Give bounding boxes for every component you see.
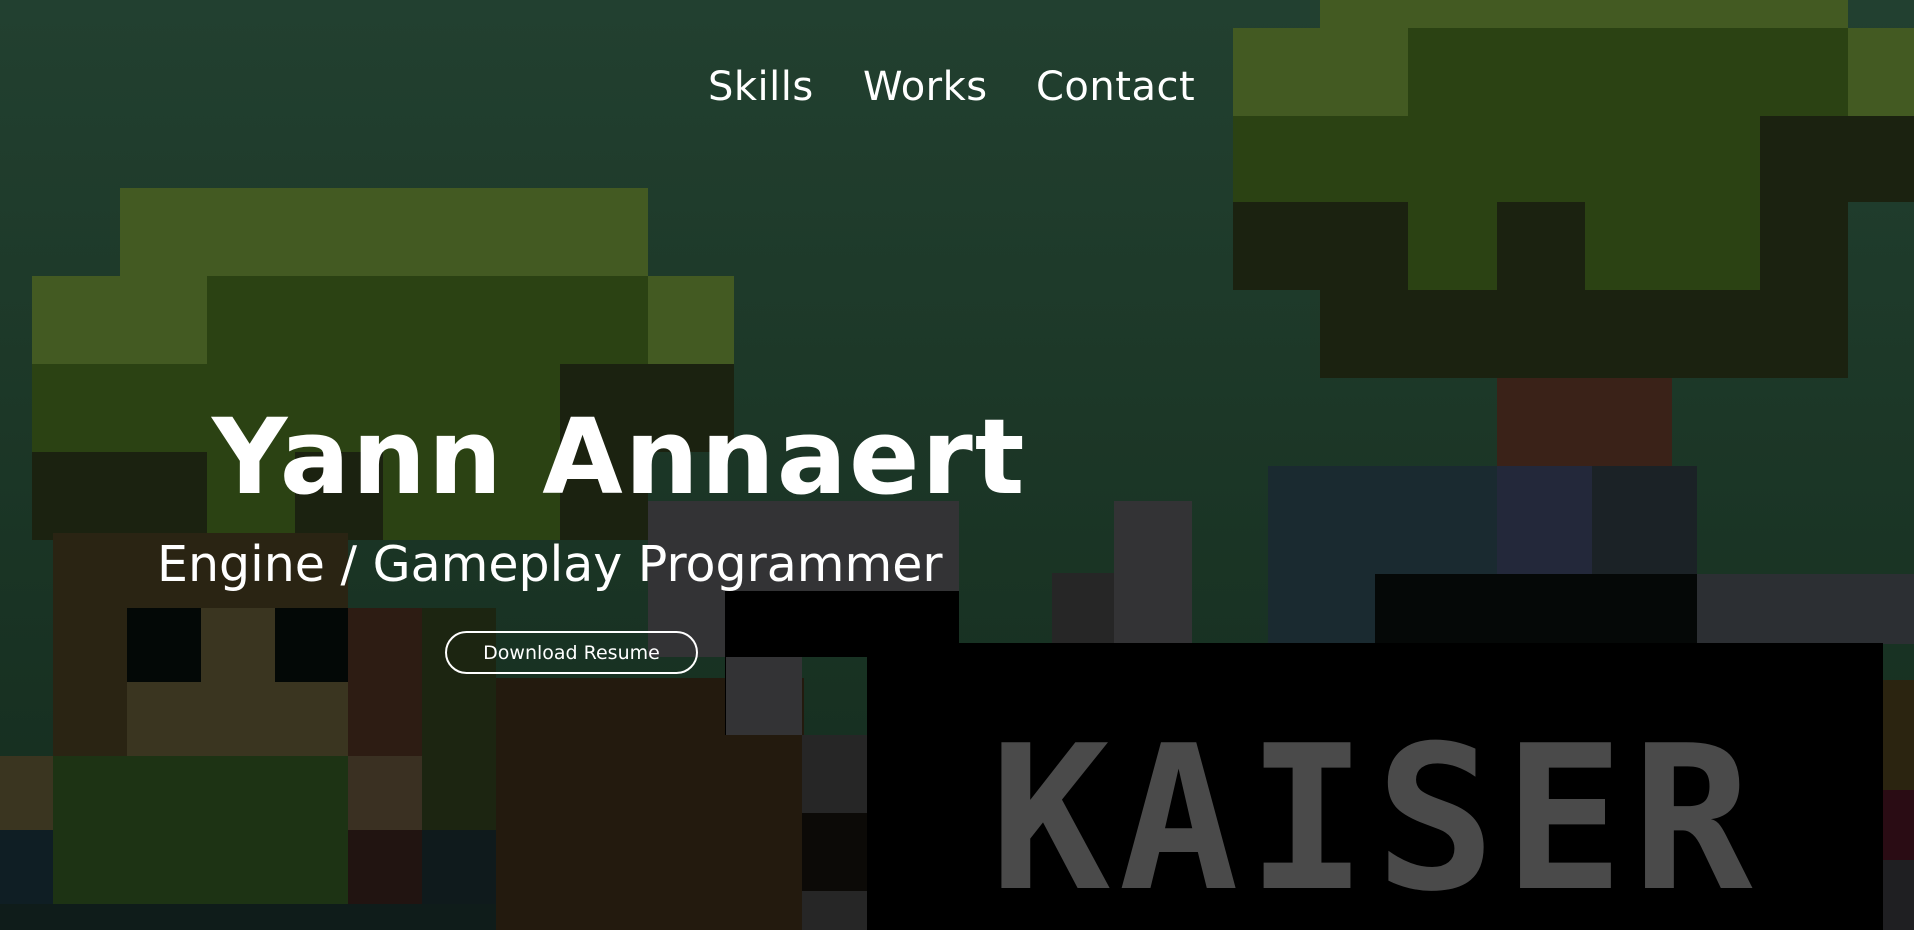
pixel-block — [1233, 116, 1760, 202]
kaiser-logo-text: KAISER — [990, 703, 1761, 930]
pixel-block — [1883, 680, 1914, 790]
pixel-block — [1760, 202, 1848, 290]
pixel-block — [422, 830, 496, 904]
pixel-block — [1592, 466, 1697, 576]
pixel-block — [1052, 573, 1114, 643]
nav-link-contact[interactable]: Contact — [1036, 64, 1195, 110]
pixel-block — [348, 756, 422, 830]
pixel-block — [726, 657, 802, 735]
pixel-block — [0, 830, 53, 904]
pixel-block — [1375, 574, 1697, 644]
hero-role: Engine / Gameplay Programmer — [157, 536, 943, 593]
pixel-tree-left-canopy — [120, 188, 648, 276]
pixel-block — [1585, 202, 1760, 290]
hero-name: Yann Annaert — [212, 396, 1027, 518]
pixel-block — [1497, 466, 1592, 576]
pixel-block — [0, 756, 53, 830]
pixel-tree-right-trunk — [1497, 378, 1672, 466]
pixel-block — [1497, 202, 1585, 290]
nav-link-skills[interactable]: Skills — [708, 64, 814, 110]
pixel-block — [1408, 202, 1497, 290]
pixel-block — [1268, 576, 1375, 644]
pixel-block — [1320, 290, 1848, 378]
pixel-tree-right-canopy — [1320, 0, 1848, 28]
pixel-block — [802, 891, 867, 930]
pixel-block — [802, 813, 867, 891]
pixel-block — [1760, 116, 1914, 202]
download-resume-button[interactable]: Download Resume — [445, 631, 698, 674]
pixel-block — [348, 608, 422, 756]
pixel-block — [201, 608, 275, 682]
pixel-block — [53, 756, 348, 904]
pixel-block — [1114, 501, 1192, 643]
pixel-block — [32, 452, 207, 540]
nav-link-works[interactable]: Works — [863, 64, 988, 110]
pixel-block — [53, 682, 127, 756]
pixel-block — [53, 608, 127, 682]
pixel-block — [207, 276, 648, 364]
top-navigation: Skills Works Contact — [0, 64, 1914, 124]
pixel-block — [1697, 574, 1914, 644]
pixel-block — [127, 682, 348, 756]
pixel-block — [127, 608, 201, 682]
pixel-block — [1883, 860, 1914, 930]
pixel-block — [348, 830, 422, 904]
pixel-block — [1233, 202, 1408, 290]
pixel-block — [0, 904, 496, 930]
pixel-block — [802, 735, 867, 813]
pixel-block — [1268, 466, 1498, 576]
pixel-block — [648, 276, 734, 364]
pixel-block — [32, 276, 207, 364]
pixel-block — [275, 608, 349, 682]
hero-section: KAISER Skills Works Contact Yann Annaert… — [0, 0, 1914, 930]
pixel-block — [1883, 790, 1914, 860]
